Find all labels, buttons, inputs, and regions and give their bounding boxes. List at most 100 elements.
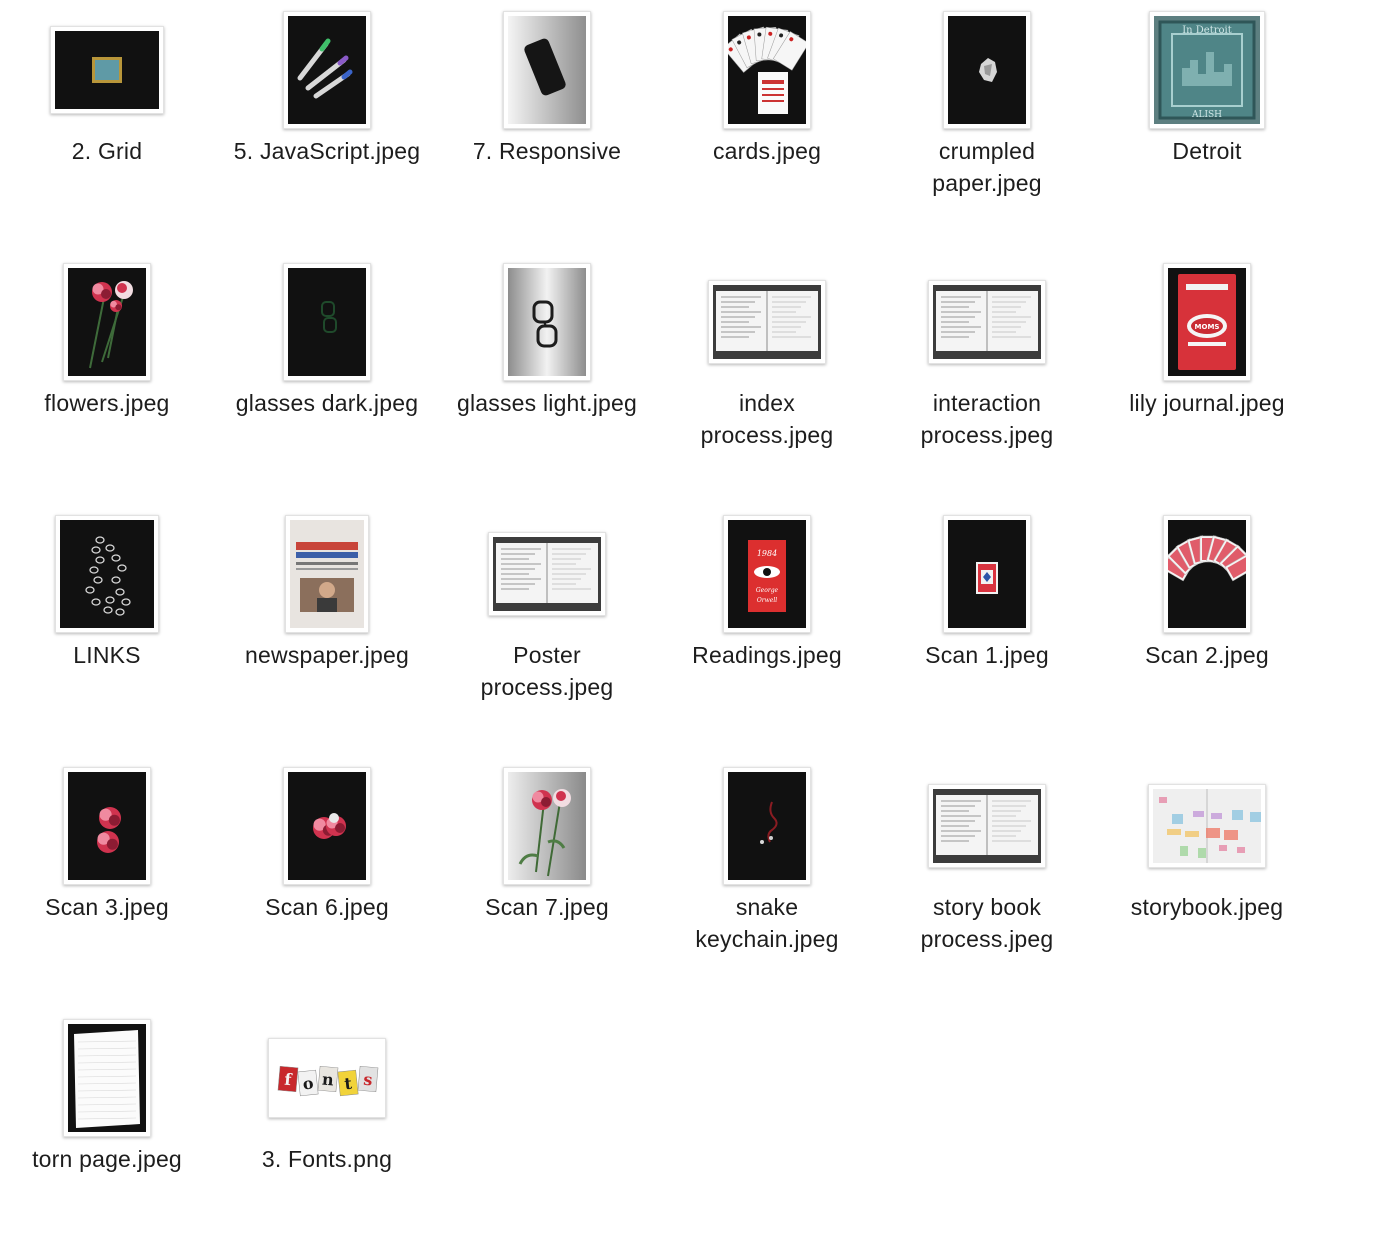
file-item[interactable]: torn page.jpeg xyxy=(0,1008,217,1260)
crumpled-paper-photo-icon[interactable] xyxy=(943,11,1031,129)
thumbnail-area: 1984 George Orwell xyxy=(657,504,877,644)
file-item[interactable]: glasses light.jpeg xyxy=(437,252,657,504)
file-item[interactable]: 2. Grid xyxy=(0,0,217,252)
notebook-photo-icon[interactable] xyxy=(488,532,606,616)
file-name-label[interactable]: LINKS xyxy=(0,639,217,671)
file-name-label[interactable]: Scan 7.jpeg xyxy=(437,891,657,923)
file-item[interactable]: cards.jpeg xyxy=(657,0,877,252)
markers-photo-icon[interactable] xyxy=(283,11,371,129)
storybook-map-photo-icon[interactable] xyxy=(1148,784,1266,868)
thumbnail-area: In Detroit ALISH xyxy=(1097,0,1317,140)
fonts-collage-image-icon[interactable]: fonts xyxy=(268,1038,386,1118)
thumbnail-area xyxy=(877,0,1097,140)
file-item[interactable]: interaction process.jpeg xyxy=(877,252,1097,504)
file-item[interactable]: Poster process.jpeg xyxy=(437,504,657,756)
book-1984-photo-icon[interactable]: 1984 George Orwell xyxy=(723,515,811,633)
file-name-line: newspaper.jpeg xyxy=(245,642,409,668)
file-item[interactable]: Scan 6.jpeg xyxy=(217,756,437,1008)
file-name-label[interactable]: flowers.jpeg xyxy=(0,387,217,419)
thumbnail-area xyxy=(437,252,657,392)
file-name-label[interactable]: Readings.jpeg xyxy=(657,639,877,671)
file-item[interactable]: story book process.jpeg xyxy=(877,756,1097,1008)
file-name-label[interactable]: Detroit xyxy=(1097,135,1317,167)
file-item[interactable]: Scan 7.jpeg xyxy=(437,756,657,1008)
thumbnail-area xyxy=(657,0,877,140)
torn-page-photo-icon[interactable] xyxy=(63,1019,151,1137)
file-item[interactable]: flowers.jpeg xyxy=(0,252,217,504)
file-name-label[interactable]: lily journal.jpeg xyxy=(1097,387,1317,419)
detroit-tile-photo-icon[interactable]: In Detroit ALISH xyxy=(1149,11,1265,129)
thumbnail-area xyxy=(217,252,437,392)
file-item[interactable]: Scan 1.jpeg xyxy=(877,504,1097,756)
file-name-line: storybook.jpeg xyxy=(1130,894,1284,920)
file-name-label[interactable]: crumpled paper.jpeg xyxy=(877,135,1097,199)
carnations-photo-icon[interactable] xyxy=(63,767,151,885)
chain-photo-icon[interactable] xyxy=(55,515,159,633)
notebook-photo-icon[interactable] xyxy=(708,280,826,364)
file-name-label[interactable]: Poster process.jpeg xyxy=(437,639,657,703)
file-name-label[interactable]: newspaper.jpeg xyxy=(217,639,437,671)
file-name-label[interactable]: storybook.jpeg xyxy=(1097,891,1317,923)
file-name-label[interactable]: Scan 3.jpeg xyxy=(0,891,217,923)
svg-text:s: s xyxy=(363,1070,374,1090)
file-item[interactable]: MOMS lily journal.jpeg xyxy=(1097,252,1317,504)
keychain-photo-icon[interactable] xyxy=(723,767,811,885)
file-name-label[interactable]: Scan 1.jpeg xyxy=(877,639,1097,671)
file-name-line: Scan 6.jpeg xyxy=(265,894,389,920)
file-name-label[interactable]: cards.jpeg xyxy=(657,135,877,167)
newspaper-photo-icon[interactable] xyxy=(285,515,369,633)
svg-text:1984: 1984 xyxy=(757,549,777,558)
notebook-photo-icon[interactable] xyxy=(928,784,1046,868)
file-item[interactable]: storybook.jpeg xyxy=(1097,756,1317,1008)
file-name-label[interactable]: 7. Responsive xyxy=(437,135,657,167)
file-item[interactable]: newspaper.jpeg xyxy=(217,504,437,756)
finder-icon-grid: 2. Grid 5. JavaScript.jpeg 7. Responsive… xyxy=(0,0,1376,1194)
glasses-dark-photo-icon[interactable] xyxy=(283,263,371,381)
file-item[interactable]: crumpled paper.jpeg xyxy=(877,0,1097,252)
file-name-label[interactable]: interaction process.jpeg xyxy=(877,387,1097,451)
file-name-label[interactable]: 3. Fonts.png xyxy=(217,1143,437,1175)
notebook-photo-icon[interactable] xyxy=(928,280,1046,364)
card-fan-photo-icon[interactable] xyxy=(1163,515,1251,633)
file-name-label[interactable]: glasses dark.jpeg xyxy=(217,387,437,419)
carnations-photo-icon[interactable] xyxy=(283,767,371,885)
flowers-photo-icon[interactable] xyxy=(63,263,151,381)
file-name-line: crumpled xyxy=(938,138,1036,164)
file-name-label[interactable]: story book process.jpeg xyxy=(877,891,1097,955)
file-name-line: LINKS xyxy=(73,642,141,668)
blue-tile-photo-icon[interactable] xyxy=(50,26,164,114)
file-name-label[interactable]: Scan 2.jpeg xyxy=(1097,639,1317,671)
playing-cards-photo-icon[interactable] xyxy=(723,11,811,129)
thumbnail-area xyxy=(877,252,1097,392)
file-item[interactable]: 5. JavaScript.jpeg xyxy=(217,0,437,252)
file-name-label[interactable]: snake keychain.jpeg xyxy=(657,891,877,955)
file-name-label[interactable]: torn page.jpeg xyxy=(0,1143,217,1175)
file-item[interactable]: index process.jpeg xyxy=(657,252,877,504)
file-name-line: Detroit xyxy=(1172,138,1242,164)
file-item[interactable]: glasses dark.jpeg xyxy=(217,252,437,504)
file-item[interactable]: 7. Responsive xyxy=(437,0,657,252)
thumbnail-area xyxy=(0,252,217,392)
file-name-label[interactable]: 5. JavaScript.jpeg xyxy=(217,135,437,167)
thumbnail-area xyxy=(0,504,217,644)
file-item[interactable]: Scan 2.jpeg xyxy=(1097,504,1317,756)
file-item[interactable]: Scan 3.jpeg xyxy=(0,756,217,1008)
file-name-line: 2. Grid xyxy=(71,138,143,164)
file-name-label[interactable]: Scan 6.jpeg xyxy=(217,891,437,923)
thumbnail-area xyxy=(1097,504,1317,644)
file-name-label[interactable]: index process.jpeg xyxy=(657,387,877,451)
red-journal-photo-icon[interactable]: MOMS xyxy=(1163,263,1251,381)
file-item[interactable]: In Detroit ALISH Detroit xyxy=(1097,0,1317,252)
phone-photo-icon[interactable] xyxy=(503,11,591,129)
file-name-label[interactable]: glasses light.jpeg xyxy=(437,387,657,419)
file-name-line: index xyxy=(739,390,795,416)
file-item[interactable]: LINKS xyxy=(0,504,217,756)
file-item[interactable]: 1984 George Orwell Readings.jpeg xyxy=(657,504,877,756)
file-name-label[interactable]: 2. Grid xyxy=(0,135,217,167)
card-deck-photo-icon[interactable] xyxy=(943,515,1031,633)
flower-stems-photo-icon[interactable] xyxy=(503,767,591,885)
file-item[interactable]: f o n t s 3. Fonts.png xyxy=(217,1008,437,1260)
file-item[interactable]: snake keychain.jpeg xyxy=(657,756,877,1008)
svg-text:MOMS: MOMS xyxy=(1195,323,1220,331)
glasses-light-photo-icon[interactable] xyxy=(503,263,591,381)
